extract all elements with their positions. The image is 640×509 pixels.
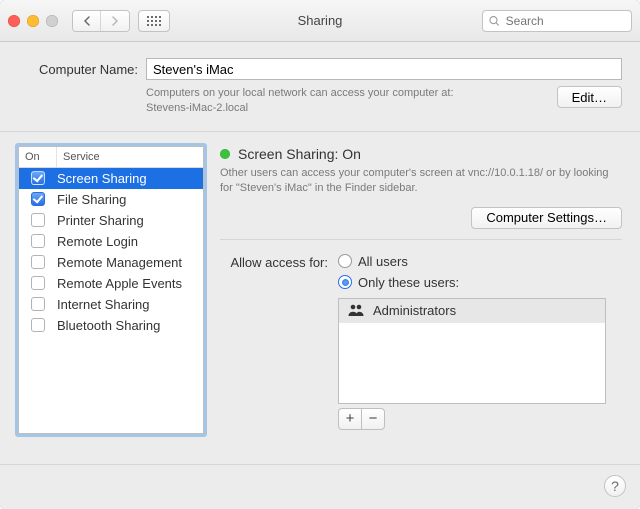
service-checkbox[interactable]: [31, 297, 45, 311]
service-name: Internet Sharing: [57, 297, 203, 312]
titlebar: Sharing: [0, 0, 640, 42]
computer-name-label: Computer Name:: [18, 58, 138, 77]
grid-icon: [147, 16, 161, 26]
show-all-button[interactable]: [138, 10, 170, 32]
window-controls: [8, 15, 58, 27]
service-name: File Sharing: [57, 192, 203, 207]
radio-all-users[interactable]: All users: [338, 254, 459, 269]
status-title: Screen Sharing: On: [238, 146, 361, 162]
people-icon: [347, 303, 365, 319]
computer-settings-button[interactable]: Computer Settings…: [471, 207, 622, 229]
service-name: Remote Management: [57, 255, 203, 270]
add-user-button[interactable]: +: [338, 408, 362, 430]
divider: [220, 239, 622, 240]
computer-name-input[interactable]: [146, 58, 622, 80]
service-checkbox[interactable]: [31, 276, 45, 290]
service-row[interactable]: Remote Management: [19, 252, 203, 273]
user-row[interactable]: Administrators: [339, 299, 605, 323]
local-hostname-hint: Computers on your local network can acce…: [146, 86, 557, 101]
service-checkbox[interactable]: [31, 318, 45, 332]
column-service[interactable]: Service: [57, 147, 203, 167]
help-button[interactable]: ?: [604, 475, 626, 497]
radio-only-users[interactable]: Only these users:: [338, 275, 459, 290]
search-input[interactable]: [504, 13, 625, 29]
chevron-left-icon: [83, 16, 91, 26]
service-checkbox[interactable]: [31, 213, 45, 227]
service-name: Remote Login: [57, 234, 203, 249]
search-icon: [489, 15, 500, 27]
service-row[interactable]: File Sharing: [19, 189, 203, 210]
radio-only-users-label: Only these users:: [358, 275, 459, 290]
service-row[interactable]: Bluetooth Sharing: [19, 315, 203, 336]
main-section: On Service Screen Sharing File Sharing Pri…: [0, 132, 640, 452]
search-field[interactable]: [482, 10, 632, 32]
nav-back-forward: [72, 10, 130, 32]
computer-name-section: Computer Name: Computers on your local n…: [0, 42, 640, 132]
service-checkbox[interactable]: [31, 255, 45, 269]
service-checkbox[interactable]: [31, 192, 45, 206]
service-row[interactable]: Screen Sharing: [19, 168, 203, 189]
service-row[interactable]: Remote Login: [19, 231, 203, 252]
service-row[interactable]: Printer Sharing: [19, 210, 203, 231]
minimize-window-button[interactable]: [27, 15, 39, 27]
allowed-users-list[interactable]: Administrators: [338, 298, 606, 404]
service-name: Bluetooth Sharing: [57, 318, 203, 333]
radio-all-users-label: All users: [358, 254, 408, 269]
back-button[interactable]: [73, 11, 101, 31]
close-window-button[interactable]: [8, 15, 20, 27]
access-label: Allow access for:: [220, 254, 328, 270]
service-row[interactable]: Remote Apple Events: [19, 273, 203, 294]
forward-button[interactable]: [101, 11, 129, 31]
sharing-preferences-window: Sharing Computer Name: Computers on your…: [0, 0, 640, 509]
chevron-right-icon: [111, 16, 119, 26]
local-hostname-value: Stevens-iMac-2.local: [146, 101, 557, 116]
service-name: Screen Sharing: [57, 171, 203, 186]
user-name: Administrators: [373, 303, 456, 318]
footer-divider: [0, 464, 640, 465]
service-checkbox[interactable]: [31, 234, 45, 248]
service-name: Printer Sharing: [57, 213, 203, 228]
service-row[interactable]: Internet Sharing: [19, 294, 203, 315]
zoom-window-button: [46, 15, 58, 27]
service-name: Remote Apple Events: [57, 276, 203, 291]
service-detail: Screen Sharing: On Other users can acces…: [220, 146, 622, 434]
service-list[interactable]: On Service Screen Sharing File Sharing Pri…: [18, 146, 204, 434]
remove-user-button[interactable]: −: [361, 408, 385, 430]
service-checkbox[interactable]: [31, 171, 45, 185]
service-description: Other users can access your computer's s…: [220, 166, 622, 197]
edit-hostname-button[interactable]: Edit…: [557, 86, 622, 108]
status-indicator-icon: [220, 149, 230, 159]
column-on[interactable]: On: [19, 147, 57, 167]
service-list-header: On Service: [19, 147, 203, 168]
